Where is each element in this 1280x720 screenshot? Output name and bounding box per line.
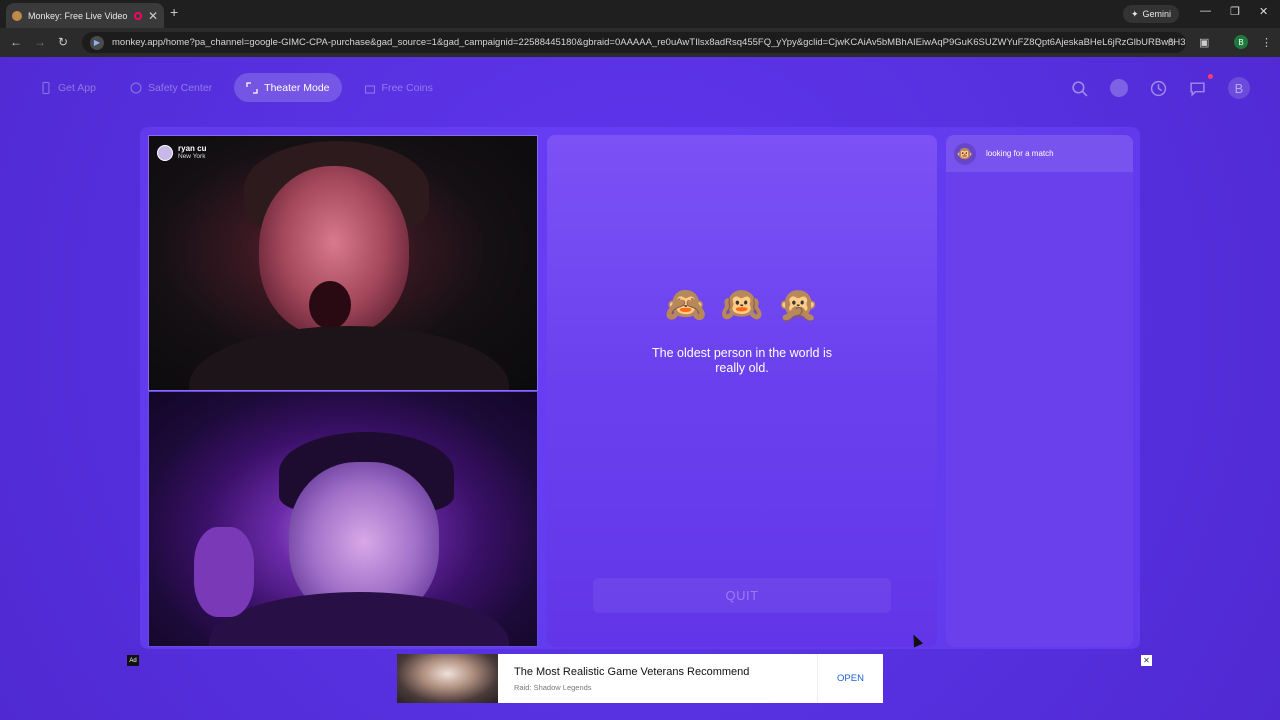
local-video: [148, 391, 538, 647]
forward-arrow-icon[interactable]: →: [34, 35, 46, 49]
get-app-button[interactable]: Get App: [28, 73, 108, 102]
kebab-menu-icon[interactable]: ⋮: [1261, 36, 1272, 49]
icebreaker-text: The oldest person in the world is really…: [652, 346, 832, 375]
free-coins-label: Free Coins: [381, 81, 433, 94]
match-status-row: 🐵 looking for a match: [946, 135, 1133, 172]
gemini-label: Gemini: [1142, 9, 1172, 19]
remote-video-mouth: [309, 281, 351, 329]
free-coins-button[interactable]: Free Coins: [352, 73, 445, 102]
remote-video: ryan cu New York: [148, 135, 538, 391]
monkey-favicon-icon: [12, 10, 22, 21]
url-text: monkey.app/home?pa_channel=google-GIMC-C…: [112, 37, 1186, 48]
close-tab-icon[interactable]: ✕: [148, 9, 158, 23]
ad-headline: The Most Realistic Game Veterans Recomme…: [514, 665, 750, 678]
safety-center-label: Safety Center: [147, 81, 213, 94]
user-menu-button[interactable]: B: [1228, 77, 1250, 99]
header-actions: B: [1071, 77, 1250, 99]
ad-text: The Most Realistic Game Veterans Recomme…: [498, 666, 817, 692]
ad-close-icon[interactable]: ✕: [1141, 655, 1152, 666]
reload-icon[interactable]: ↻: [58, 35, 68, 49]
see-no-evil-monkey-icon: 🙈: [664, 286, 707, 324]
gift-icon: [364, 85, 375, 93]
local-video-hand: [194, 527, 254, 617]
tab-title: Monkey: Free Live Video Ch: [28, 10, 128, 21]
remote-video-body: [189, 326, 509, 390]
sparkle-icon: ✦: [1131, 8, 1139, 19]
ad-open-button[interactable]: OPEN: [817, 654, 883, 703]
remote-user-location: New York: [178, 153, 206, 160]
new-tab-button[interactable]: +: [170, 4, 178, 20]
quit-button[interactable]: QUIT: [593, 578, 891, 613]
browser-toolbar: ← → ↻ ▶ monkey.app/home?pa_channel=googl…: [0, 28, 1280, 57]
site-info-icon[interactable]: ▶: [90, 35, 104, 50]
local-video-body: [209, 592, 509, 646]
bookmark-star-icon[interactable]: ☆: [1166, 36, 1176, 49]
recording-indicator-icon: [133, 11, 142, 20]
theater-mode-button[interactable]: Theater Mode: [234, 73, 342, 102]
match-status-text: looking for a match: [986, 149, 1054, 158]
remote-user-badge[interactable]: ryan cu New York: [157, 144, 206, 161]
shield-icon: [130, 82, 142, 93]
minimize-icon[interactable]: —: [1200, 5, 1211, 17]
search-icon[interactable]: [1071, 80, 1088, 97]
restore-icon[interactable]: ❐: [1230, 5, 1240, 18]
gemini-button[interactable]: ✦ Gemini: [1123, 5, 1180, 23]
theater-mode-label: Theater Mode: [264, 81, 330, 94]
safety-center-button[interactable]: Safety Center: [118, 73, 224, 102]
expand-icon: [246, 81, 258, 94]
address-bar[interactable]: ▶ monkey.app/home?pa_channel=google-GIMC…: [82, 32, 1186, 53]
chat-bubble-icon[interactable]: [1189, 80, 1206, 97]
remote-user-name: ryan cu: [178, 144, 207, 153]
ad-source: Raid: Shadow Legends: [514, 682, 592, 692]
get-app-label: Get App: [58, 81, 96, 94]
icebreaker-panel: 🙈 🙉 🙊 The oldest person in the world is …: [547, 135, 937, 647]
phone-icon: [42, 81, 50, 94]
notification-dot-icon: [1208, 74, 1213, 79]
monkey-avatar-icon: 🐵: [954, 142, 976, 165]
ad-banner[interactable]: The Most Realistic Game Veterans Recomme…: [397, 654, 883, 703]
history-clock-icon[interactable]: [1150, 80, 1167, 97]
browser-tab-strip: Monkey: Free Live Video Ch ✕ + ✦ Gemini …: [0, 0, 1280, 28]
speak-no-evil-monkey-icon: 🙊: [777, 286, 820, 324]
remote-user-avatar: [157, 144, 173, 161]
ad-thumbnail: [397, 654, 498, 703]
chat-panel: 🐵 looking for a match: [946, 135, 1133, 647]
back-arrow-icon[interactable]: ←: [10, 35, 22, 49]
ad-label: Ad: [127, 655, 139, 666]
browser-tab[interactable]: Monkey: Free Live Video Ch ✕: [6, 3, 164, 28]
browser-profile-avatar[interactable]: B: [1234, 35, 1248, 49]
hear-no-evil-monkey-icon: 🙉: [720, 286, 764, 324]
monkey-emojis: 🙈 🙉 🙊: [547, 285, 937, 325]
top-navigation: Get App Safety Center Theater Mode Free …: [28, 73, 445, 102]
close-window-icon[interactable]: ✕: [1259, 5, 1268, 18]
cast-icon[interactable]: ▣: [1199, 36, 1209, 49]
profile-avatar-icon[interactable]: [1110, 79, 1128, 97]
